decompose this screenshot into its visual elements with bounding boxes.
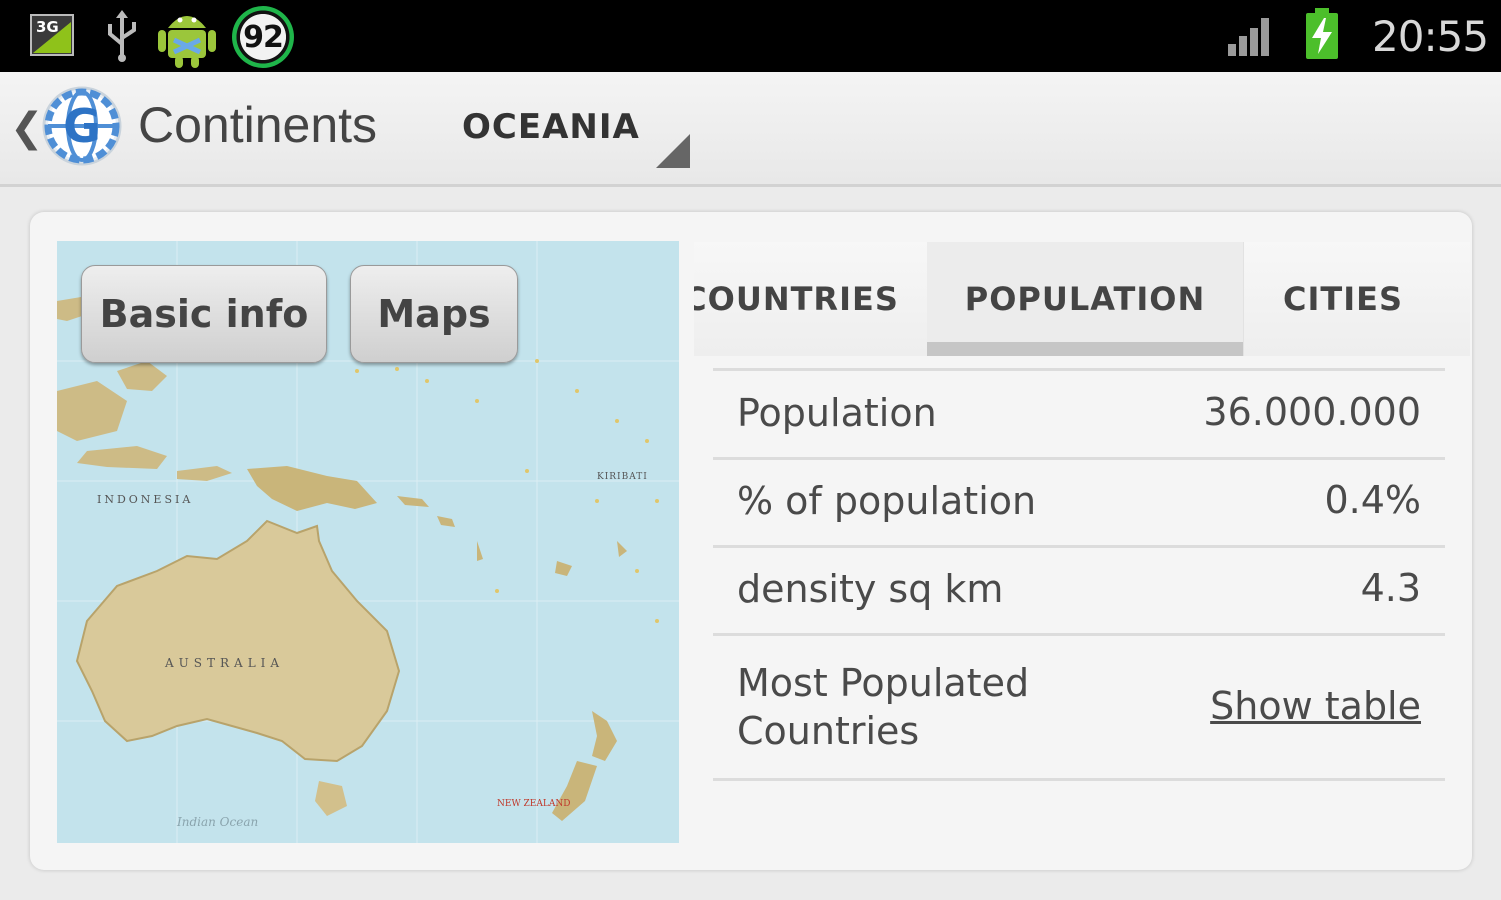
maps-button[interactable]: Maps: [350, 265, 518, 363]
status-bar: 3G 92 20:55: [0, 0, 1501, 72]
row-divider: [713, 633, 1445, 636]
row-divider: [713, 778, 1445, 781]
selected-tab-indicator: [927, 342, 1243, 356]
svg-text:INDONESIA: INDONESIA: [97, 493, 193, 506]
tab-population-label: POPULATION: [964, 280, 1206, 318]
usb-icon: [108, 10, 136, 62]
show-table-link[interactable]: Show table: [1210, 684, 1421, 728]
battery-charging-icon: [1306, 8, 1338, 59]
row-divider: [713, 368, 1445, 371]
svg-text:3G: 3G: [36, 18, 59, 36]
svg-text:G: G: [63, 99, 101, 153]
basic-info-button[interactable]: Basic info: [81, 265, 327, 363]
dropdown-corner-icon: [656, 134, 690, 168]
spinner-selected-value: OCEANIA: [462, 107, 640, 147]
android-debug-icon: [158, 16, 216, 68]
tab-cities[interactable]: CITIES: [1243, 242, 1443, 356]
clock: 20:55: [1372, 12, 1489, 61]
row-label: Most Populated Countries: [737, 661, 1030, 753]
app-globe-logo-icon[interactable]: G: [40, 84, 124, 168]
row-divider: [713, 457, 1445, 460]
cell-signal-icon: [1228, 18, 1269, 56]
row-label: % of population: [737, 479, 1037, 523]
tab-population[interactable]: POPULATION: [927, 242, 1243, 356]
svg-text:Indian Ocean: Indian Ocean: [176, 815, 258, 829]
row-label: Population: [737, 391, 937, 435]
3g-signal-icon: 3G: [30, 14, 74, 56]
badge-count: 92: [243, 19, 284, 55]
continent-spinner[interactable]: OCEANIA: [440, 92, 700, 172]
svg-text:KIRIBATI: KIRIBATI: [597, 472, 648, 482]
row-value: 4.3: [1360, 566, 1421, 610]
row-value: 0.4%: [1324, 478, 1421, 522]
row-divider: [713, 545, 1445, 548]
action-bar: ❮ G Continents OCEANIA: [0, 72, 1501, 187]
row-value: 36.000.000: [1203, 390, 1421, 434]
chevron-left-icon[interactable]: ❮: [10, 105, 44, 151]
tab-bar: COUNTRIES POPULATION CITIES: [694, 242, 1470, 356]
svg-text:NEW ZEALAND: NEW ZEALAND: [497, 799, 570, 809]
svg-text:AUSTRALIA: AUSTRALIA: [164, 656, 284, 670]
row-label: density sq km: [737, 567, 1004, 611]
page-title: Continents: [138, 97, 378, 153]
tab-countries[interactable]: COUNTRIES: [694, 242, 898, 356]
notification-count-badge: 92: [232, 6, 294, 68]
